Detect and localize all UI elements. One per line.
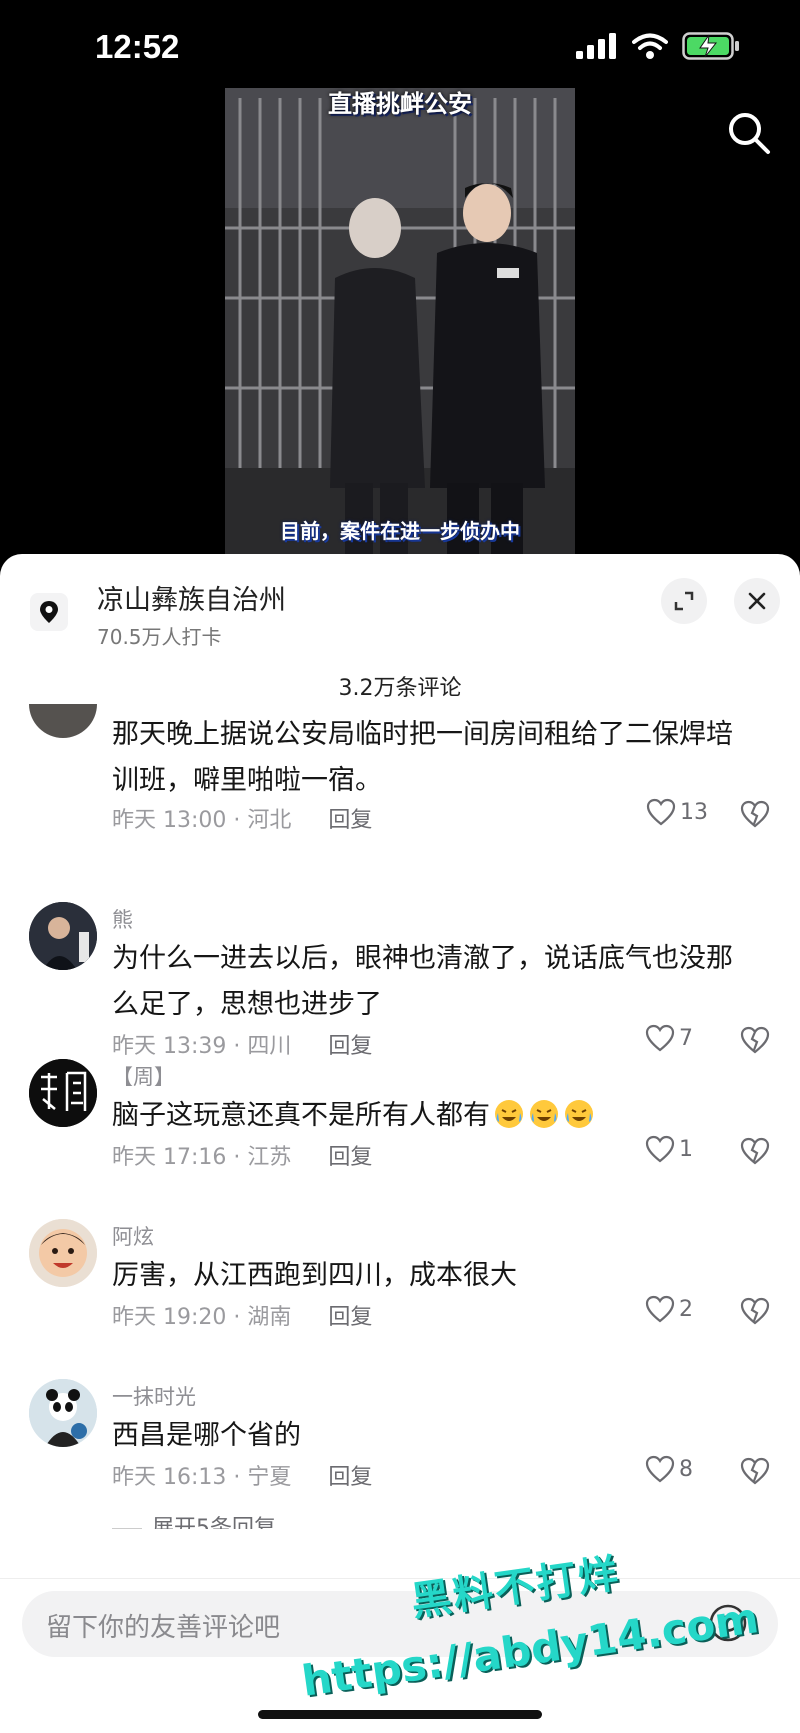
- comment-meta: 昨天 13:00 · 河北 回复: [112, 802, 372, 834]
- dislike-heart-icon[interactable]: [740, 1457, 770, 1485]
- comment-username[interactable]: 一抹时光: [112, 1381, 196, 1411]
- battery-icon: [682, 32, 739, 60]
- avatar-image: [29, 1219, 97, 1287]
- comment-text: 脑子这玩意还真不是所有人都有: [112, 1093, 752, 1139]
- heart-icon: [645, 1455, 675, 1483]
- comment-text: 西昌是哪个省的: [112, 1420, 301, 1451]
- reply-button[interactable]: 回复: [328, 1465, 372, 1490]
- location-pin-icon: [30, 593, 68, 631]
- crying-laugh-emoji: [495, 1100, 523, 1128]
- wifi-icon: [632, 33, 668, 59]
- expand-replies-label: 展开5条回复: [152, 1516, 276, 1529]
- crying-laugh-emoji: [565, 1100, 593, 1128]
- avatar-image: [29, 1379, 97, 1447]
- like-count: 13: [680, 799, 708, 825]
- like-count: 2: [679, 1296, 693, 1322]
- location-checkins: 70.5万人打卡: [97, 625, 222, 649]
- like-button[interactable]: 2: [645, 1295, 693, 1323]
- dislike-heart-icon[interactable]: [740, 1137, 770, 1165]
- comment-input-placeholder: 留下你的友善评论吧: [46, 1613, 281, 1643]
- avatar[interactable]: [29, 1219, 97, 1287]
- reply-button[interactable]: 回复: [328, 808, 372, 833]
- comment-meta: 昨天 13:39 · 四川 回复: [112, 1028, 372, 1060]
- collapse-icon: [674, 591, 694, 611]
- like-button[interactable]: 13: [646, 798, 708, 826]
- comment-meta: 昨天 16:13 · 宁夏 回复: [112, 1459, 372, 1491]
- heart-icon: [645, 1024, 675, 1052]
- reply-button[interactable]: 回复: [328, 1034, 372, 1059]
- avatar-image: [29, 902, 97, 970]
- video-caption-bottom: 目前，案件在进一步侦办中: [280, 519, 520, 543]
- video-frame[interactable]: 直播挑衅公安 目前，案件在进一步侦办中: [225, 88, 575, 558]
- video-still: [225, 88, 575, 558]
- home-indicator: [258, 1710, 542, 1719]
- comment-text-content: 脑子这玩意还真不是所有人都有: [112, 1100, 490, 1131]
- comment-text: 为什么一进去以后，眼神也清澈了，说话底气也没那么足了，思想也进步了: [112, 943, 733, 1020]
- video-area[interactable]: 直播挑衅公安 目前，案件在进一步侦办中: [0, 88, 800, 558]
- expand-replies-button[interactable]: 展开5条回复: [112, 1510, 276, 1529]
- heart-icon: [645, 1295, 675, 1323]
- crying-laugh-emoji: [530, 1100, 558, 1128]
- comment-time-location: 昨天 13:39 · 四川: [112, 1034, 292, 1059]
- comment-username[interactable]: 阿炫: [112, 1221, 154, 1251]
- comment-time-location: 昨天 17:16 · 江苏: [112, 1145, 292, 1170]
- like-count: 1: [679, 1136, 693, 1162]
- like-button[interactable]: 8: [645, 1455, 693, 1483]
- close-button[interactable]: [734, 578, 780, 624]
- search-icon[interactable]: [724, 108, 774, 158]
- status-icons: [576, 32, 740, 60]
- avatar[interactable]: [29, 902, 97, 970]
- comment-count: 3.2万条评论: [338, 676, 462, 701]
- signal-icon: [576, 33, 616, 59]
- avatar[interactable]: [29, 1379, 97, 1447]
- avatar[interactable]: [29, 1059, 97, 1127]
- avatar[interactable]: [29, 704, 97, 738]
- comment-username[interactable]: 熊: [112, 904, 133, 934]
- dislike-heart-icon[interactable]: [740, 1026, 770, 1054]
- reply-button[interactable]: 回复: [328, 1305, 372, 1330]
- comment-text: 厉害，从江西跑到四川，成本很大: [112, 1260, 517, 1291]
- like-count: 8: [679, 1456, 693, 1482]
- comment-panel: 凉山彝族自治州 70.5万人打卡 3.2万条评论 那天晚上据说公安局临时把一间房…: [0, 554, 800, 1733]
- comment-text: 那天晚上据说公安局临时把一间房间租给了二保焊培训班，噼里啪啦一宿。: [112, 719, 733, 796]
- comment-time-location: 昨天 19:20 · 湖南: [112, 1305, 292, 1330]
- like-button[interactable]: 7: [645, 1024, 693, 1052]
- like-button[interactable]: 1: [645, 1135, 693, 1163]
- collapse-button[interactable]: [661, 578, 707, 624]
- video-caption-top: 直播挑衅公安: [328, 90, 472, 118]
- status-time: 12:52: [95, 28, 180, 65]
- like-count: 7: [679, 1025, 693, 1051]
- close-icon: [748, 592, 766, 610]
- avatar-image: [29, 1059, 97, 1127]
- location-name[interactable]: 凉山彝族自治州: [97, 578, 286, 617]
- comment-time-location: 昨天 16:13 · 宁夏: [112, 1465, 292, 1490]
- comment-meta: 昨天 19:20 · 湖南 回复: [112, 1299, 372, 1331]
- comment-list[interactable]: 那天晚上据说公安局临时把一间房间租给了二保焊培训班，噼里啪啦一宿。 昨天 13:…: [0, 704, 800, 1529]
- status-bar: 12:52: [0, 0, 800, 95]
- reply-button[interactable]: 回复: [328, 1145, 372, 1170]
- heart-icon: [645, 1135, 675, 1163]
- comment-username[interactable]: 【周】: [112, 1061, 175, 1091]
- dislike-heart-icon[interactable]: [740, 800, 770, 828]
- comment-meta: 昨天 17:16 · 江苏 回复: [112, 1139, 372, 1171]
- dislike-heart-icon[interactable]: [740, 1297, 770, 1325]
- comment-time-location: 昨天 13:00 · 河北: [112, 808, 292, 833]
- heart-icon: [646, 798, 676, 826]
